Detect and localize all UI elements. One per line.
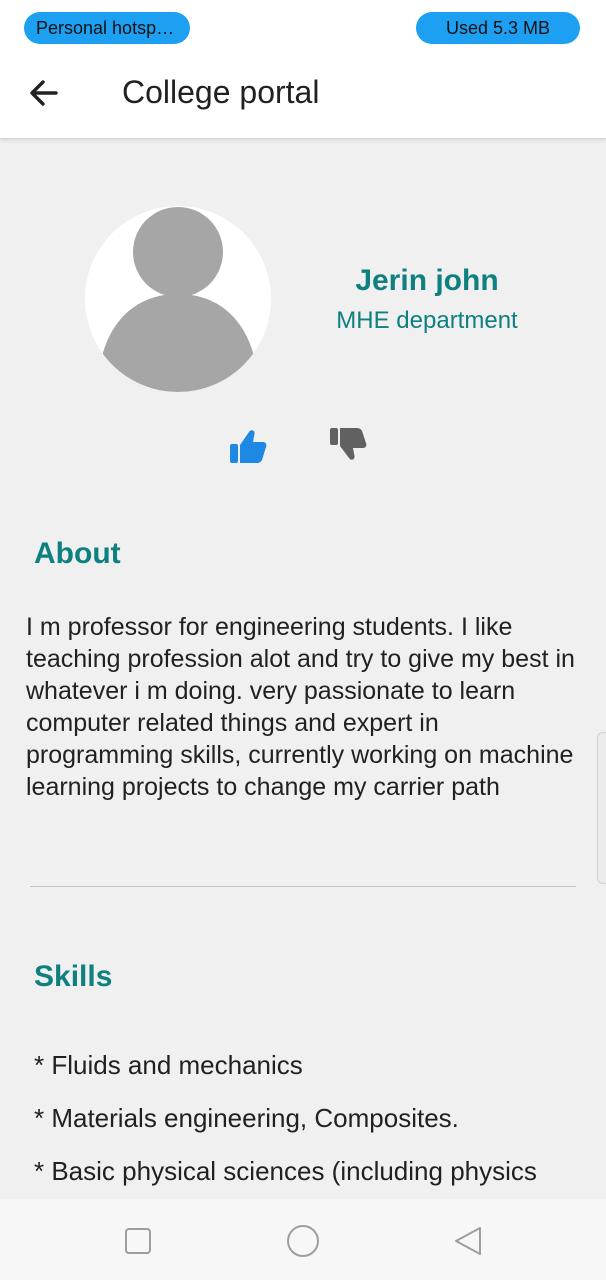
divider <box>30 886 576 887</box>
triangle-back-icon <box>455 1227 481 1255</box>
about-text: I m professor for engineering students. … <box>26 613 575 801</box>
back-button[interactable] <box>24 73 64 113</box>
thumbs-down-icon <box>330 428 367 460</box>
skills-heading: Skills <box>34 960 113 993</box>
status-bar: Personal hotspot… Used 5.3 MB <box>0 0 606 56</box>
profile-name: Jerin john <box>355 264 499 297</box>
dislike-button[interactable] <box>326 425 370 467</box>
home-button[interactable] <box>283 1221 323 1261</box>
app-bar: College portal <box>0 56 606 139</box>
system-nav-bar <box>0 1199 606 1280</box>
about-heading: About <box>34 537 121 570</box>
person-placeholder-icon <box>97 207 259 392</box>
thumbs-up-icon <box>230 430 267 463</box>
profile-department: MHE department <box>336 307 518 334</box>
recent-apps-button[interactable] <box>118 1221 158 1261</box>
skill-item: * Materials engineering, Composites. <box>34 1103 459 1133</box>
skill-item: * Basic physical sciences (including phy… <box>34 1156 537 1186</box>
profile-content[interactable]: Jerin john MHE department About I m prof… <box>0 139 606 1199</box>
square-icon <box>125 1228 151 1254</box>
data-usage-indicator: Used 5.3 MB <box>416 12 580 44</box>
hotspot-indicator[interactable]: Personal hotspot… <box>24 12 190 44</box>
like-button[interactable] <box>226 425 270 467</box>
avatar[interactable] <box>85 206 271 392</box>
arrow-left-icon <box>30 80 58 106</box>
skill-item: * Fluids and mechanics <box>34 1050 303 1080</box>
system-back-button[interactable] <box>448 1221 488 1261</box>
scroll-handle[interactable] <box>597 732 606 884</box>
circle-icon <box>287 1225 319 1257</box>
page-title: College portal <box>122 74 320 110</box>
